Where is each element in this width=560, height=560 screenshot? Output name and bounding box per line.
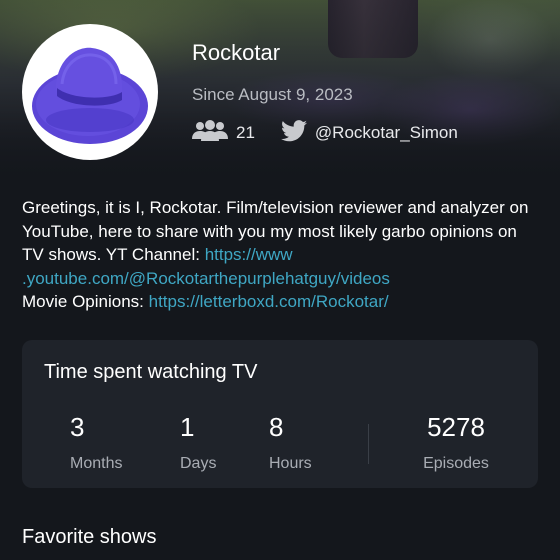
stat-months: 3 Months <box>70 412 122 473</box>
letterboxd-link[interactable]: https://letterboxd.com/Rockotar/ <box>149 292 389 311</box>
twitter-link[interactable]: @Rockotar_Simon <box>280 119 458 147</box>
member-since: Since August 9, 2023 <box>192 85 353 104</box>
episodes-label: Episodes <box>423 455 489 472</box>
avatar[interactable] <box>22 24 158 160</box>
tv-time-title: Time spent watching TV <box>44 361 258 383</box>
youtube-link[interactable]: https://www <box>205 245 293 264</box>
tv-time-card: Time spent watching TV 3 Months 1 Days 8… <box>22 340 538 488</box>
youtube-link-continued[interactable]: .youtube.com/@Rockotarthepurplehatguy/vi… <box>22 269 390 288</box>
purple-hat-icon <box>32 47 148 144</box>
stats-divider <box>368 424 369 464</box>
hours-label: Hours <box>269 455 312 472</box>
episodes-value: 5278 <box>427 412 485 442</box>
followers-count[interactable]: 21 <box>236 123 255 143</box>
stat-episodes: 5278 Episodes <box>422 412 490 473</box>
days-label: Days <box>180 455 217 472</box>
favorite-shows-heading: Favorite shows <box>22 526 157 548</box>
twitter-handle: @Rockotar_Simon <box>314 123 458 142</box>
stat-days: 1 Days <box>180 412 216 473</box>
days-value: 1 <box>180 412 195 442</box>
profile-meta-row: 21 @Rockotar_Simon <box>192 119 458 147</box>
hours-value: 8 <box>269 412 284 442</box>
followers-icon <box>192 119 228 147</box>
months-value: 3 <box>70 412 85 442</box>
stat-hours: 8 Hours <box>269 412 312 473</box>
profile-bio: Greetings, it is I, Rockotar. Film/telev… <box>22 196 542 314</box>
twitter-icon <box>280 119 307 147</box>
months-label: Months <box>70 455 123 472</box>
movie-opinions-label: Movie Opinions: <box>22 292 149 311</box>
profile-name: Rockotar <box>192 40 281 65</box>
